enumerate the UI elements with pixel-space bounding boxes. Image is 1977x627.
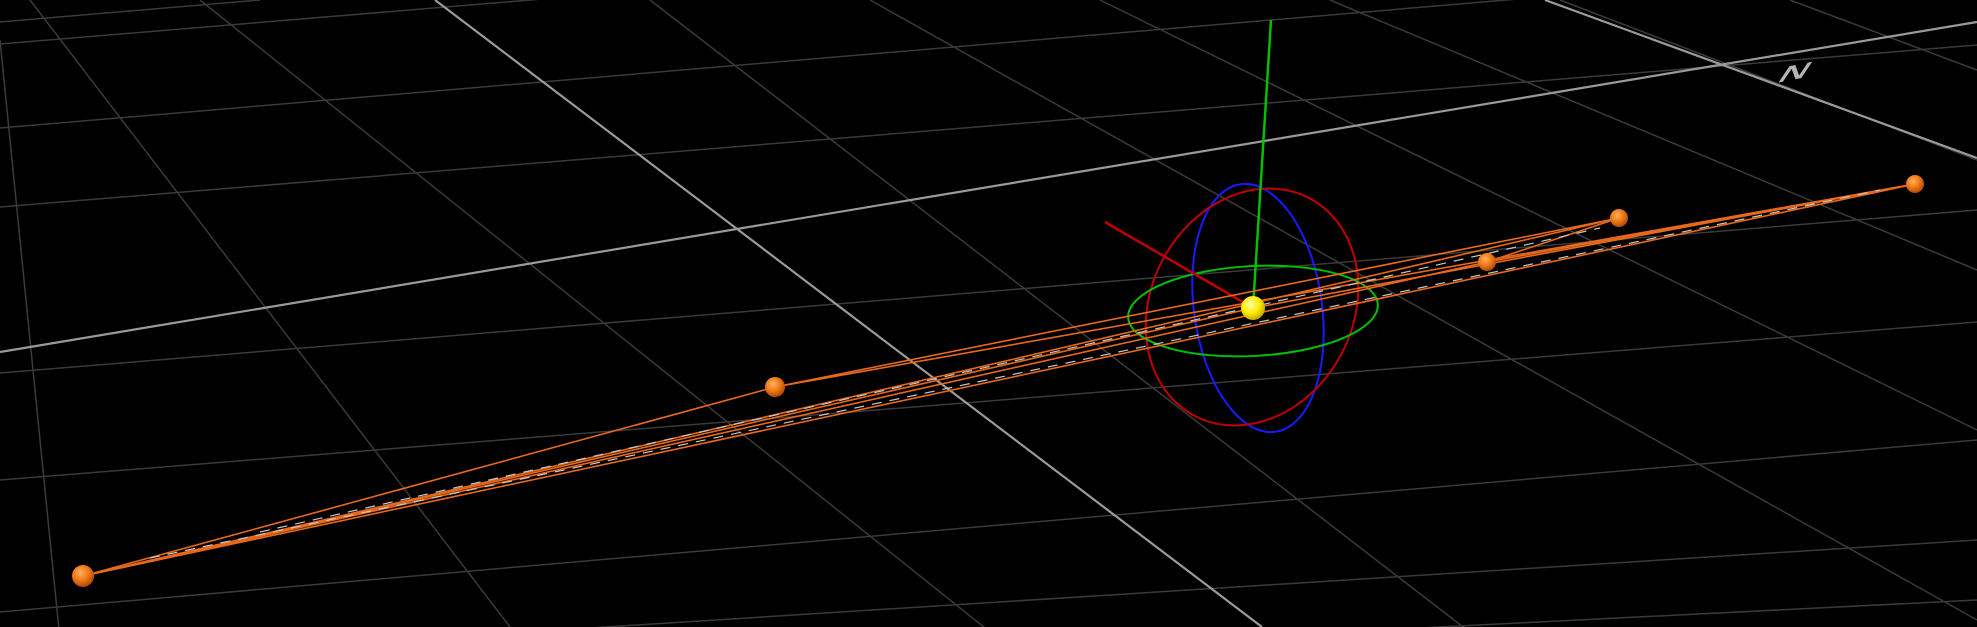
compass-north-marker: N <box>1771 57 1819 89</box>
path-node[interactable] <box>1610 209 1628 227</box>
scene-canvas[interactable]: N <box>0 0 1977 627</box>
compass-label: N <box>1771 57 1818 88</box>
path-node[interactable] <box>1906 175 1924 193</box>
path-node-selected[interactable] <box>1241 296 1265 320</box>
camera-path[interactable] <box>82 183 1916 577</box>
ground-grid <box>0 0 1977 627</box>
path-node[interactable] <box>1478 253 1496 271</box>
rotate-gizmo-icon[interactable] <box>1104 19 1399 463</box>
path-node[interactable] <box>765 377 785 397</box>
3d-viewport[interactable]: N <box>0 0 1977 627</box>
world-axis-lines <box>0 0 1977 627</box>
path-node[interactable] <box>72 565 94 587</box>
